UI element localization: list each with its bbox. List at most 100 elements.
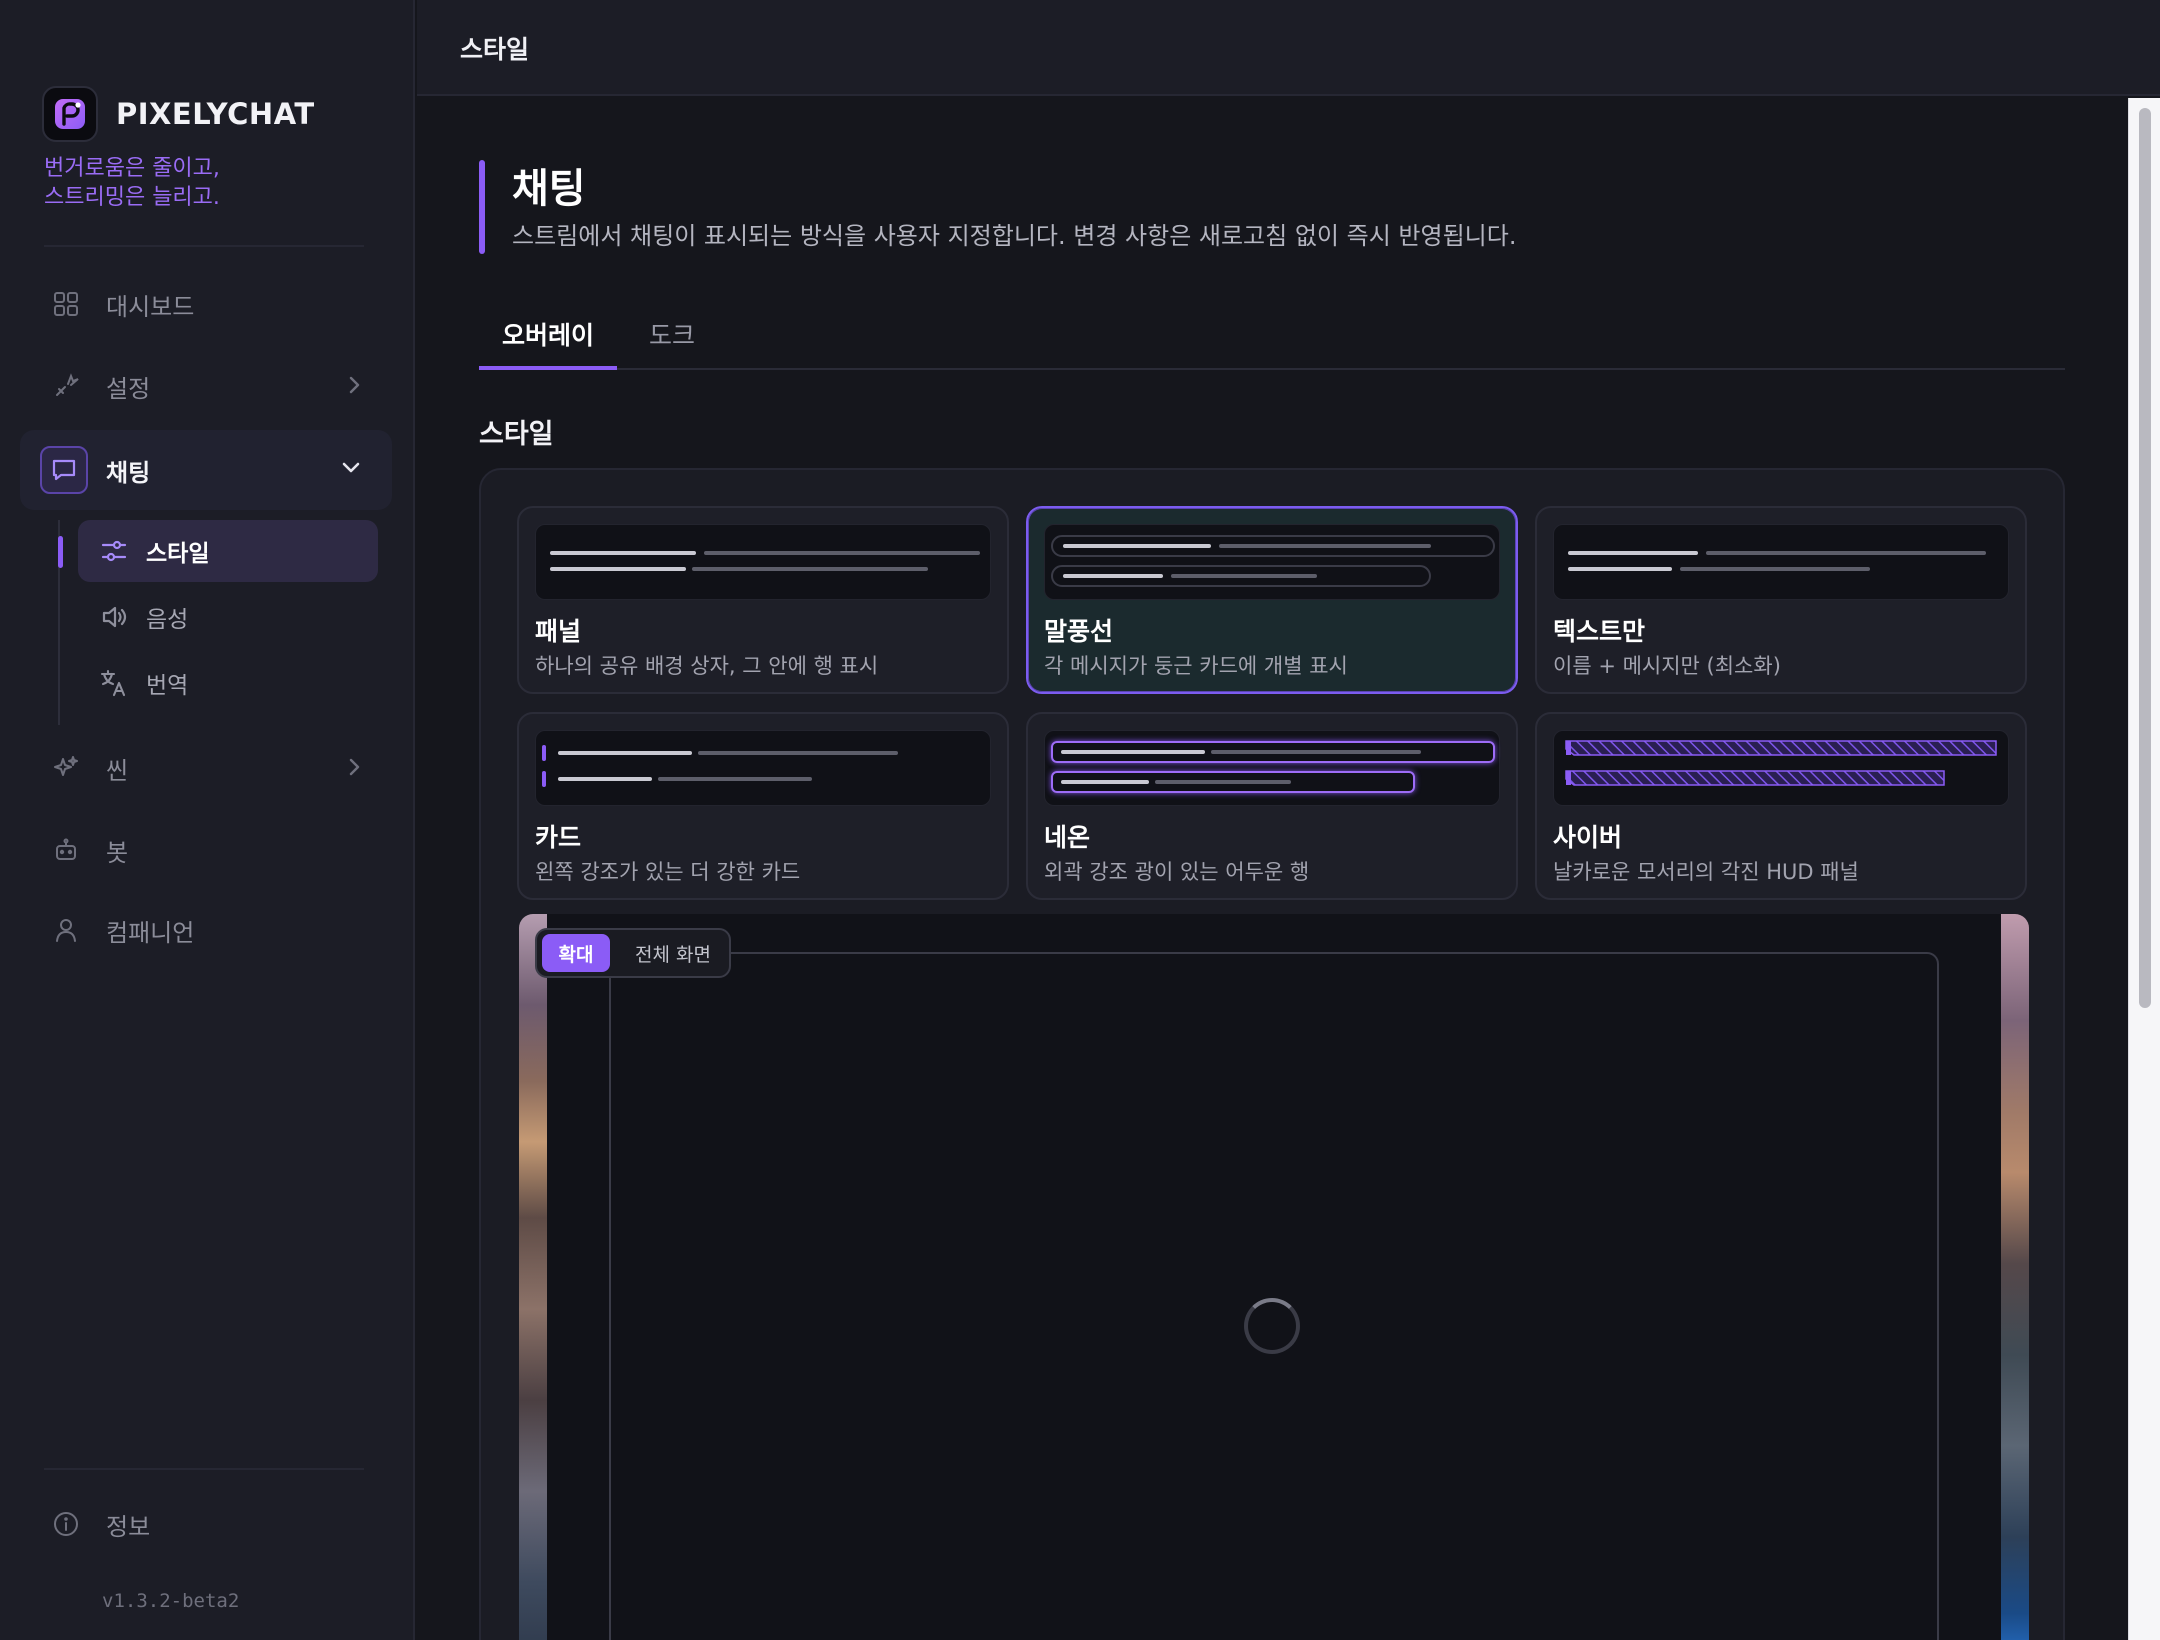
- sliders-icon: [98, 535, 130, 567]
- preview-accent: [542, 745, 546, 761]
- sidebar-item-label: 채팅: [106, 458, 151, 487]
- loading-spinner-icon: [1244, 1298, 1300, 1354]
- preview-bar: [1063, 544, 1211, 548]
- app-version: v1.3.2-beta2: [102, 1590, 240, 1612]
- sidebar-item-bot[interactable]: 봇: [20, 810, 392, 890]
- style-card-bubble[interactable]: 말풍선 각 메시지가 둥근 카드에 개별 표시: [1026, 506, 1518, 694]
- sidebar-subitem-label: 번역: [146, 673, 189, 699]
- tab-overlay[interactable]: 오버레이: [479, 308, 617, 370]
- person-icon: [44, 908, 88, 952]
- sidebar-subitem-voice[interactable]: 음성: [78, 586, 378, 648]
- page-description: 스트림에서 채팅이 표시되는 방식을 사용자 지정합니다. 변경 사항은 새로고…: [512, 222, 1517, 250]
- sidebar-item-dashboard[interactable]: 대시보드: [20, 264, 392, 344]
- brand-name: PIXELYCHAT: [116, 97, 315, 131]
- sidebar-item-label: 씬: [106, 756, 129, 785]
- style-card-description: 왼쪽 강조가 있는 더 강한 카드: [535, 860, 801, 884]
- brand[interactable]: PIXELYCHAT: [42, 86, 315, 142]
- app-root: PIXELYCHAT 번거로움은 줄이고, 스트리밍은 늘리고. 대시보드 설정…: [0, 0, 2160, 1640]
- pixelychat-logo-icon: [42, 86, 98, 142]
- grid-icon: [44, 282, 88, 326]
- style-card-neon[interactable]: 네온 외곽 강조 광이 있는 어두운 행: [1026, 712, 1518, 900]
- preview-bar: [1568, 567, 1672, 571]
- wrench-icon: [44, 364, 88, 408]
- main-content: 채팅 스트림에서 채팅이 표시되는 방식을 사용자 지정합니다. 변경 사항은 …: [417, 98, 2128, 1640]
- style-card-title: 카드: [535, 823, 582, 852]
- preview-bar: [1155, 780, 1291, 784]
- sidebar: PIXELYCHAT 번거로움은 줄이고, 스트리밍은 늘리고. 대시보드 설정…: [0, 0, 415, 1640]
- preview-inner-frame: [609, 952, 1939, 1640]
- overlay-preview-area: 확대 전체 화면: [519, 914, 2029, 1640]
- style-preview-cyber: [1553, 730, 2009, 806]
- style-card-description: 외곽 강조 광이 있는 어두운 행: [1044, 860, 1310, 884]
- scrollbar-thumb[interactable]: [2139, 108, 2151, 1008]
- section-title: 스타일: [479, 419, 554, 450]
- sidebar-item-label: 대시보드: [106, 292, 195, 321]
- preview-bar: [1171, 574, 1317, 578]
- sidebar-divider: [44, 245, 364, 247]
- sidebar-item-label: 컴패니언: [106, 918, 195, 947]
- style-card-panel[interactable]: 패널 하나의 공유 배경 상자, 그 안에 행 표시: [517, 506, 1009, 694]
- sidebar-footer-divider: [44, 1468, 364, 1470]
- sidebar-item-label: 봇: [106, 838, 129, 867]
- translate-icon: [98, 667, 130, 699]
- preview-bar: [1568, 551, 1698, 555]
- preview-bar: [550, 567, 686, 571]
- tagline-line-2: 스트리밍은 늘리고.: [44, 185, 220, 210]
- style-preview-text-only: [1553, 524, 2009, 600]
- tab-dock[interactable]: 도크: [617, 308, 727, 370]
- preview-mode-toggle: 확대 전체 화면: [535, 928, 731, 978]
- sidebar-item-settings[interactable]: 설정: [20, 346, 392, 426]
- style-card-cyber[interactable]: 사이버 날카로운 모서리의 각진 HUD 패널: [1535, 712, 2027, 900]
- main-scrollbar[interactable]: [2128, 98, 2160, 1640]
- preview-accent: [542, 771, 546, 787]
- zoom-toggle-button[interactable]: 확대: [542, 934, 610, 972]
- preview-bar: [558, 751, 692, 755]
- topbar: 스타일: [417, 0, 2160, 96]
- preview-bar: [1061, 780, 1149, 784]
- style-card-title: 사이버: [1553, 823, 1623, 852]
- sidebar-item-scene[interactable]: 씬: [20, 728, 392, 808]
- preview-bar: [1211, 750, 1421, 754]
- sidebar-subitem-translate[interactable]: 번역: [78, 652, 378, 714]
- preview-bar: [692, 567, 928, 571]
- heading-accent-bar: [479, 160, 485, 254]
- fullscreen-toggle-button[interactable]: 전체 화면: [618, 934, 728, 972]
- chevron-right-icon: [346, 756, 362, 782]
- preview-bar: [1680, 567, 1870, 571]
- sidebar-item-label: 설정: [106, 374, 151, 403]
- style-preview-card: [535, 730, 991, 806]
- sidebar-item-label: 정보: [106, 1512, 151, 1541]
- tab-bar: 오버레이 도크: [479, 308, 2065, 370]
- sidebar-item-chat[interactable]: 채팅: [20, 430, 392, 510]
- chevron-down-icon: [340, 460, 362, 480]
- preview-background-left: [519, 914, 547, 1640]
- style-card-description: 날카로운 모서리의 각진 HUD 패널: [1553, 860, 1859, 884]
- preview-bar: [1061, 750, 1205, 754]
- style-card-description: 하나의 공유 배경 상자, 그 안에 행 표시: [535, 654, 879, 678]
- style-card-description: 이름 + 메시지만 (최소화): [1553, 654, 1781, 678]
- sidebar-item-info[interactable]: 정보: [20, 1484, 392, 1564]
- info-icon: [44, 1502, 88, 1546]
- style-card-card[interactable]: 카드 왼쪽 강조가 있는 더 강한 카드: [517, 712, 1009, 900]
- preview-background-right: [2001, 914, 2029, 1640]
- sidebar-item-companion[interactable]: 컴패니언: [20, 890, 392, 970]
- preview-bar: [550, 551, 696, 555]
- submenu-active-marker: [58, 536, 63, 568]
- sidebar-subitem-label: 스타일: [146, 541, 210, 567]
- style-preview-bubble: [1044, 524, 1500, 600]
- style-card-title: 패널: [535, 617, 582, 646]
- robot-icon: [44, 828, 88, 872]
- style-card-title: 텍스트만: [1553, 617, 1646, 646]
- preview-bar: [1706, 551, 1986, 555]
- style-card-text-only[interactable]: 텍스트만 이름 + 메시지만 (최소화): [1535, 506, 2027, 694]
- style-preview-neon: [1044, 730, 1500, 806]
- preview-bar: [658, 777, 812, 781]
- style-card-title: 말풍선: [1044, 617, 1114, 646]
- style-preview-panel: [535, 524, 991, 600]
- preview-bar: [1219, 544, 1431, 548]
- sidebar-subitem-style[interactable]: 스타일: [78, 520, 378, 582]
- preview-bar: [698, 751, 898, 755]
- style-panel: 패널 하나의 공유 배경 상자, 그 안에 행 표시 말풍선 각 메시지가 둥근…: [479, 468, 2065, 1640]
- chevron-right-icon: [346, 374, 362, 400]
- page-title: 채팅: [512, 166, 586, 212]
